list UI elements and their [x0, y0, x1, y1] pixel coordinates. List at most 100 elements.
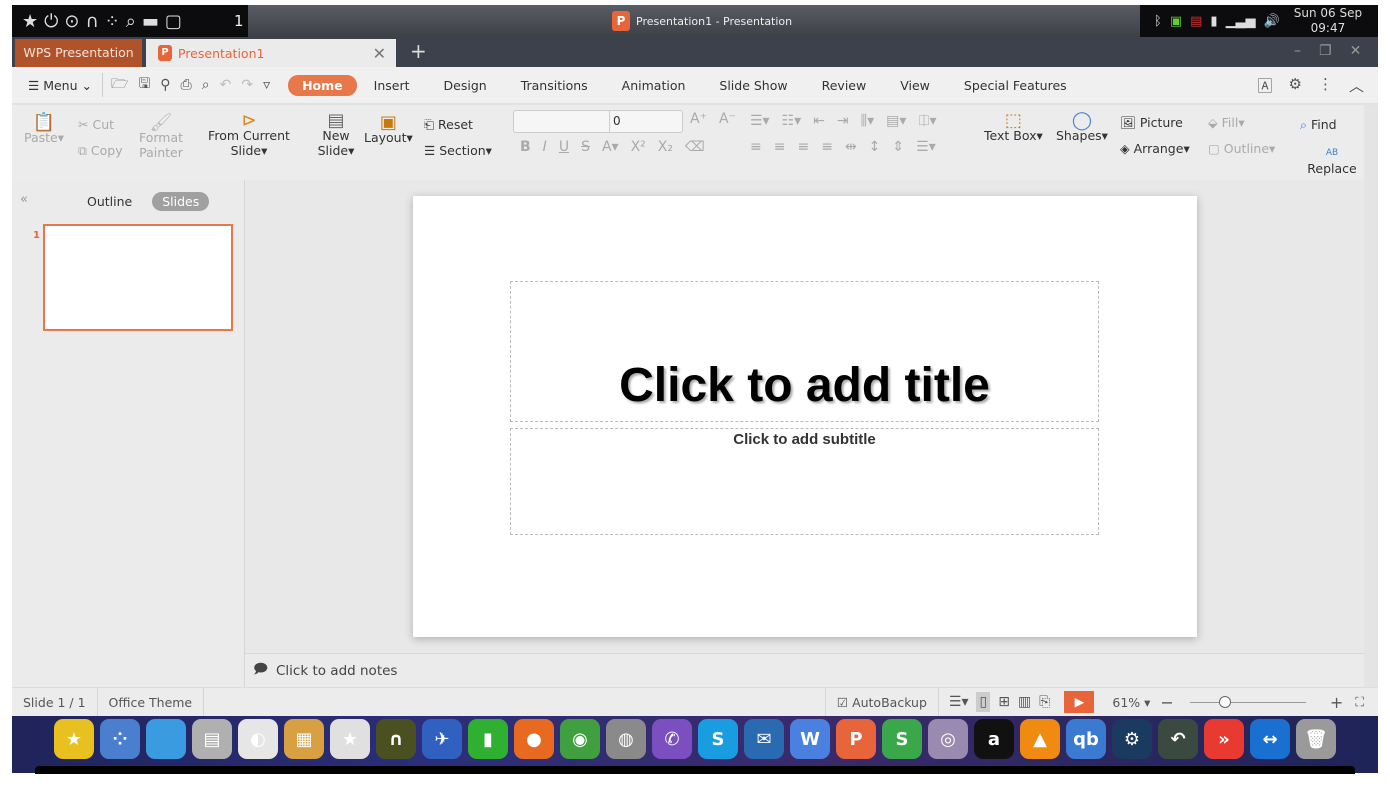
gear-icon[interactable]: ⚙ — [1289, 75, 1302, 96]
font-color-icon[interactable]: A▾ — [602, 139, 619, 155]
subtitle-placeholder[interactable]: Click to add subtitle — [510, 428, 1099, 535]
dock-skype-icon[interactable]: S — [698, 719, 738, 759]
search-icon[interactable]: ⌕ — [126, 11, 136, 32]
tab-view[interactable]: View — [883, 75, 947, 96]
zoom-slider[interactable] — [1189, 695, 1306, 708]
tab-wps-presentation[interactable]: WPS Presentation — [15, 39, 142, 67]
tab-design[interactable]: Design — [427, 75, 504, 96]
cut-button[interactable]: ✂ Cut — [78, 117, 114, 132]
title-placeholder[interactable]: Click to add title — [510, 281, 1099, 422]
more-icon[interactable]: ⋮ — [1318, 75, 1333, 96]
font-name-select[interactable] — [514, 111, 610, 132]
menu-button[interactable]: ☰ Menu ⌄ — [12, 78, 92, 93]
new-slide-button[interactable]: ▤ New Slide▾ — [316, 112, 356, 159]
dock-finder-icon[interactable] — [146, 719, 186, 759]
dock-settings-icon[interactable]: ◐ — [238, 719, 278, 759]
tab-special-features[interactable]: Special Features — [947, 75, 1084, 96]
print-preview-icon[interactable]: ⌕ — [202, 77, 210, 93]
dock-webcam-icon[interactable]: ◎ — [928, 719, 968, 759]
notes-pane[interactable]: 🗩 Click to add notes — [245, 653, 1364, 687]
usb-icon[interactable]: ▮ — [1210, 14, 1217, 29]
autobackup-button[interactable]: ☑ AutoBackup — [824, 687, 939, 717]
notes-toggle-icon[interactable]: ☰▾ — [949, 694, 969, 710]
dock-steam-icon[interactable]: ⚙ — [1112, 719, 1152, 759]
tab-transitions[interactable]: Transitions — [504, 75, 605, 96]
tab-slide-show[interactable]: Slide Show — [702, 75, 804, 96]
battery-icon[interactable]: ▣ — [1170, 14, 1182, 29]
eraser-icon[interactable]: ⌫ — [685, 139, 705, 155]
dock-wps-spreadsheet-icon[interactable]: S — [882, 719, 922, 759]
toggle-icon[interactable]: ⊙ — [64, 11, 79, 32]
close-window-icon[interactable]: ✕ — [1350, 43, 1362, 59]
workspace-indicator[interactable]: 1 — [234, 5, 248, 37]
paste-button[interactable]: 📋 Paste▾ — [24, 114, 64, 146]
print-icon[interactable]: ⎙ — [181, 77, 192, 93]
save-icon[interactable]: 🖫 — [138, 73, 150, 97]
tab-review[interactable]: Review — [805, 75, 884, 96]
underline-icon[interactable]: U — [559, 139, 569, 155]
volume-icon[interactable]: 🔊 — [1264, 14, 1280, 29]
dock-vlc-icon[interactable]: ▲ — [1020, 719, 1060, 759]
bullets-icon[interactable]: ☰▾ — [750, 113, 770, 129]
theme-name[interactable]: Office Theme — [98, 687, 205, 717]
tab-animation[interactable]: Animation — [605, 75, 703, 96]
tab-presentation1[interactable]: P Presentation1 ✕ — [146, 39, 396, 67]
fill-button[interactable]: ⬙ Fill▾ — [1208, 115, 1245, 130]
distribute-icon[interactable]: ⇹ — [845, 139, 857, 155]
align-text-icon[interactable]: ▤▾ — [886, 113, 906, 129]
signal-icon[interactable]: ▁▃▅ — [1226, 14, 1256, 29]
dock-chrome-icon[interactable]: ◉ — [560, 719, 600, 759]
normal-view-icon[interactable]: ▯ — [976, 692, 991, 712]
layout-button[interactable]: ▣ Layout▾ — [364, 114, 413, 146]
dock-binoculars-icon[interactable]: ∩ — [376, 719, 416, 759]
decrease-indent-icon[interactable]: ⇤ — [813, 113, 825, 129]
strikethrough-icon[interactable]: S — [581, 139, 590, 155]
us-flag-icon[interactable]: ▤ — [1190, 14, 1202, 29]
picture-button[interactable]: 🖼 Picture — [1120, 115, 1183, 130]
dock-app-store-icon[interactable]: ★ — [330, 719, 370, 759]
dock-pipe-icon[interactable]: ▮ — [468, 719, 508, 759]
tab-slides[interactable]: Slides — [152, 192, 210, 211]
tab-outline[interactable]: Outline — [77, 192, 142, 211]
section-button[interactable]: ☰ Section▾ — [424, 143, 492, 158]
dock-qbittorrent-icon[interactable]: qb — [1066, 719, 1106, 759]
font-grow-icon[interactable]: A⁺ — [690, 111, 707, 127]
font-shrink-icon[interactable]: A⁻ — [719, 111, 736, 127]
minimize-icon[interactable]: – — [1294, 43, 1301, 59]
bluetooth-icon[interactable]: ᛒ — [1154, 14, 1162, 29]
dock-viber-icon[interactable]: ✆ — [652, 719, 692, 759]
dock-launcher-icon[interactable]: ⁘ — [100, 719, 140, 759]
zoom-in-button[interactable]: + — [1330, 693, 1343, 712]
dock-rocket-icon[interactable]: ✈ — [422, 719, 462, 759]
outline-button[interactable]: ▢ Outline▾ — [1208, 141, 1275, 156]
play-slideshow-button[interactable]: ▶ — [1064, 691, 1095, 713]
justify-icon[interactable]: ≡ — [821, 139, 833, 155]
dock-firefox-icon[interactable]: ● — [514, 719, 554, 759]
font-size-select[interactable]: 0 — [610, 111, 624, 132]
collapse-panel-icon[interactable]: « — [20, 192, 28, 207]
apps-icon[interactable]: ⁘ — [105, 11, 120, 32]
close-tab-icon[interactable]: ✕ — [373, 44, 386, 63]
reading-view-icon[interactable]: ▥ — [1018, 694, 1031, 710]
find-button[interactable]: ⌕ Find — [1300, 117, 1337, 132]
line-spacing-icon[interactable]: ↕ — [869, 139, 881, 155]
dock-wps-writer-icon[interactable]: W — [790, 719, 830, 759]
redo-icon[interactable]: ↷ — [241, 77, 253, 93]
dock-kstars-icon[interactable]: ★ — [54, 719, 94, 759]
subscript-icon[interactable]: X₂ — [658, 139, 673, 155]
open-icon[interactable]: 🗁 — [101, 73, 128, 97]
arrange-button[interactable]: ◈ Arrange▾ — [1120, 141, 1190, 156]
binoculars-icon[interactable]: ∩ — [85, 11, 98, 32]
dock-palette-icon[interactable]: ▦ — [284, 719, 324, 759]
spacing-options-icon[interactable]: ☰▾ — [916, 139, 936, 155]
dock-cabinet-icon[interactable]: ▤ — [192, 719, 232, 759]
vertical-scrollbar[interactable] — [1364, 105, 1378, 687]
align-left-icon[interactable]: ≡ — [750, 139, 762, 155]
align-right-icon[interactable]: ≡ — [797, 139, 809, 155]
zoom-out-button[interactable]: − — [1160, 693, 1173, 712]
numbering-icon[interactable]: ☷▾ — [782, 113, 802, 129]
replace-button[interactable]: AB Replace — [1300, 143, 1364, 176]
dock-thunderbird-icon[interactable]: ✉ — [744, 719, 784, 759]
dock-timeshift-icon[interactable]: ↶ — [1158, 719, 1198, 759]
tab-insert[interactable]: Insert — [357, 75, 427, 96]
